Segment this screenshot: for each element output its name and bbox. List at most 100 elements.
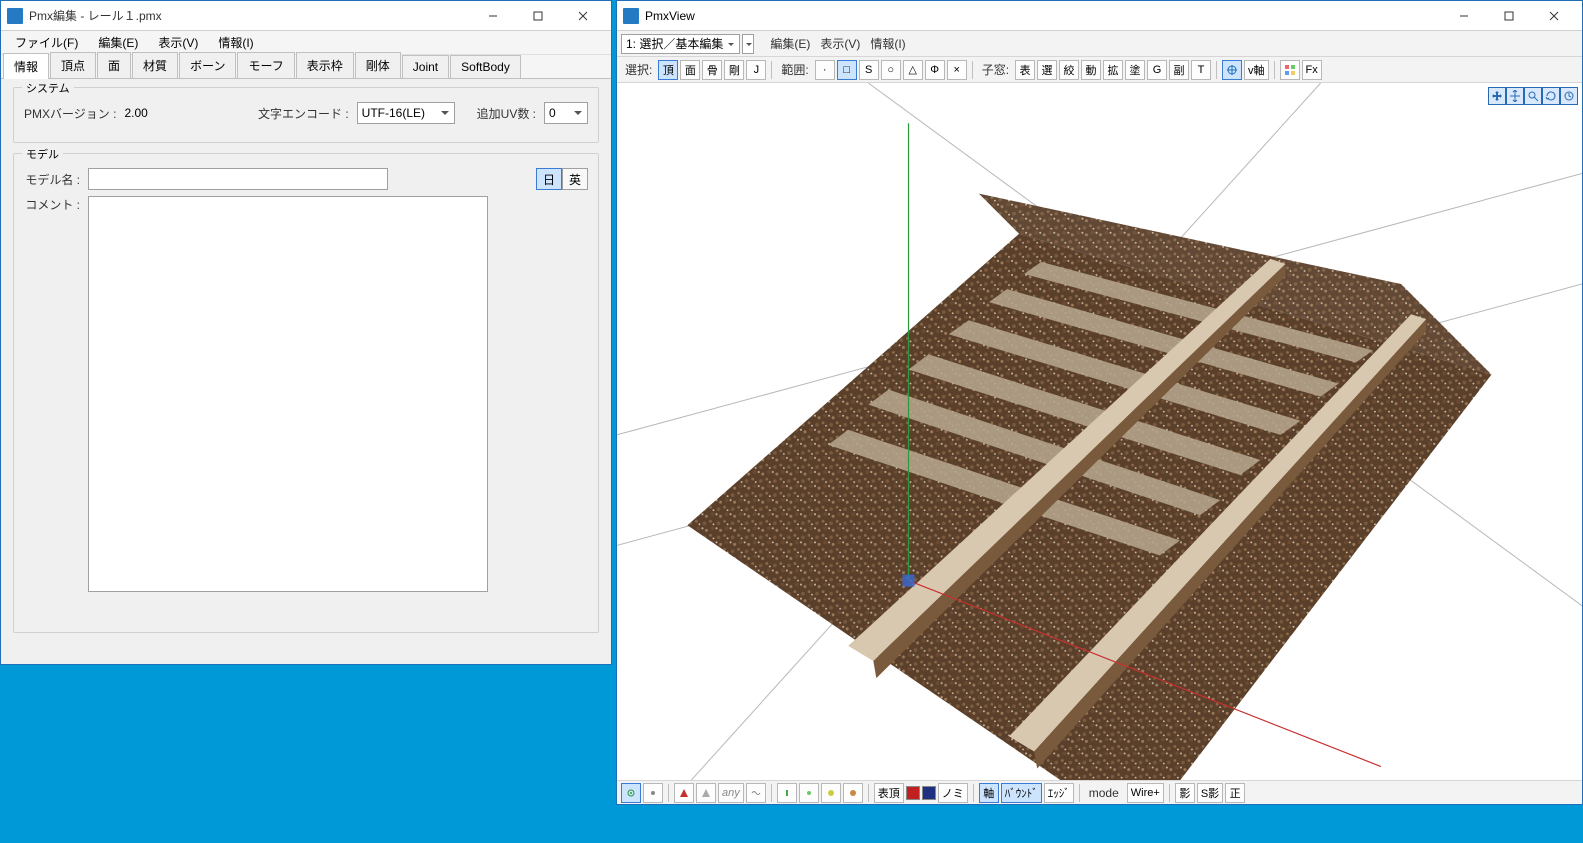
encode-label: 文字エンコード : — [258, 105, 349, 122]
sel-face-button[interactable]: 面 — [680, 60, 700, 80]
gizmo-rotate-icon[interactable] — [1542, 87, 1560, 105]
range-tri-button[interactable]: △ — [903, 60, 923, 80]
range-phi-button[interactable]: Φ — [925, 60, 945, 80]
range-circle-button[interactable]: ○ — [881, 60, 901, 80]
range-x-button[interactable]: × — [947, 60, 967, 80]
minimize-button[interactable] — [470, 2, 515, 30]
lang-en-button[interactable]: 英 — [562, 168, 588, 190]
child-dou-button[interactable]: 動 — [1081, 60, 1101, 80]
gizmo-reset-icon[interactable] — [1560, 87, 1578, 105]
viewer-titlebar[interactable]: PmxView — [617, 1, 1582, 31]
menu-file[interactable]: ファイル(F) — [5, 31, 88, 54]
status-axis-button[interactable]: 軸 — [979, 783, 999, 803]
editor-titlebar[interactable]: Pmx編集 - レール１.pmx — [1, 1, 611, 31]
sel-vertex-button[interactable]: 頂 — [658, 60, 678, 80]
lang-jp-button[interactable]: 日 — [536, 168, 562, 190]
status-any-icon[interactable]: any — [718, 783, 744, 803]
status-bound-button[interactable]: ﾊﾞｳﾝﾄﾞ — [1001, 783, 1042, 803]
menu-info[interactable]: 情報(I) — [208, 31, 263, 54]
pmx-version-value: 2.00 — [124, 106, 147, 120]
separator — [972, 61, 973, 79]
status-green1-icon[interactable] — [777, 783, 797, 803]
status-orange-icon[interactable] — [843, 783, 863, 803]
viewer-window: PmxView 1: 選択／基本編集 編集(E) 表示(V) 情報(I) 選択:… — [616, 0, 1583, 805]
maximize-button[interactable] — [515, 2, 560, 30]
child-g-button[interactable]: G — [1147, 60, 1167, 80]
status-yellow-icon[interactable] — [821, 783, 841, 803]
menu-edit[interactable]: 編集(E) — [88, 31, 148, 54]
status-red-swatch[interactable] — [906, 786, 920, 800]
language-toggle: 日 英 — [536, 168, 588, 190]
fx-button[interactable]: Fx — [1302, 60, 1322, 80]
child-shibo-button[interactable]: 絞 — [1059, 60, 1079, 80]
child-nuri-button[interactable]: 塗 — [1125, 60, 1145, 80]
model-name-input[interactable] — [88, 168, 388, 190]
maximize-button[interactable] — [1486, 2, 1531, 30]
comment-textarea[interactable] — [88, 196, 488, 592]
axis-icon-button[interactable] — [1222, 60, 1242, 80]
child-sen-button[interactable]: 選 — [1037, 60, 1057, 80]
status-edge-button[interactable]: ｴｯｼﾞ — [1044, 783, 1074, 803]
separator — [1216, 61, 1217, 79]
editor-window: Pmx編集 - レール１.pmx ファイル(F) 編集(E) 表示(V) 情報(… — [0, 0, 612, 665]
child-t-button[interactable]: T — [1191, 60, 1211, 80]
menu-info[interactable]: 情報(I) — [866, 35, 909, 52]
child-label: 子窓: — [978, 61, 1013, 78]
sel-rigid-button[interactable]: 剛 — [724, 60, 744, 80]
status-gray-tri-icon[interactable] — [696, 783, 716, 803]
child-hyou-button[interactable]: 表 — [1015, 60, 1035, 80]
tab-morph[interactable]: モーフ — [237, 52, 294, 78]
status-hyouchou-button[interactable]: 表頂 — [874, 783, 904, 803]
child-kaku-button[interactable]: 拡 — [1103, 60, 1123, 80]
status-green2-icon[interactable] — [799, 783, 819, 803]
tab-display[interactable]: 表示枠 — [296, 52, 354, 78]
tab-softbody[interactable]: SoftBody — [450, 55, 521, 78]
close-button[interactable] — [560, 2, 605, 30]
close-button[interactable] — [1531, 2, 1576, 30]
status-red-tri-icon[interactable] — [674, 783, 694, 803]
app-icon — [7, 8, 23, 24]
v-axis-button[interactable]: v軸 — [1244, 60, 1269, 80]
separator — [1274, 61, 1275, 79]
menu-view[interactable]: 表示(V) — [816, 35, 864, 52]
tab-vertex[interactable]: 頂点 — [50, 52, 96, 78]
tab-rigid[interactable]: 剛体 — [355, 52, 401, 78]
tab-face[interactable]: 面 — [97, 52, 131, 78]
separator — [1169, 784, 1170, 802]
sel-joint-button[interactable]: J — [746, 60, 766, 80]
mode-dropdown-caret[interactable] — [742, 34, 754, 54]
separator — [771, 784, 772, 802]
status-sshadow-button[interactable]: S影 — [1197, 783, 1223, 803]
viewer-title: PmxView — [645, 9, 1441, 23]
mode-dropdown[interactable]: 1: 選択／基本編集 — [621, 34, 740, 54]
status-dot-icon[interactable] — [643, 783, 663, 803]
tab-bone[interactable]: ボーン — [179, 52, 236, 78]
child-fuku-button[interactable]: 副 — [1169, 60, 1189, 80]
status-target-icon[interactable] — [621, 783, 641, 803]
viewer-statusbar: any 表頂 ノミ 軸 ﾊﾞｳﾝﾄﾞ ｴｯｼﾞ mode Wire+ 影 S影 … — [617, 780, 1582, 804]
model-name-label: モデル名 : — [24, 171, 80, 188]
tab-info[interactable]: 情報 — [3, 53, 49, 79]
range-rect-button[interactable]: □ — [837, 60, 857, 80]
gizmo-zoom-icon[interactable] — [1524, 87, 1542, 105]
gizmo-pan-icon[interactable] — [1506, 87, 1524, 105]
sel-bone-button[interactable]: 骨 — [702, 60, 722, 80]
menu-view[interactable]: 表示(V) — [148, 31, 208, 54]
viewport-3d[interactable] — [617, 83, 1582, 780]
range-dot-button[interactable]: · — [815, 60, 835, 80]
status-nomi-button[interactable]: ノミ — [938, 783, 968, 803]
tab-material[interactable]: 材質 — [132, 52, 178, 78]
minimize-button[interactable] — [1441, 2, 1486, 30]
uv-select[interactable]: 0 — [544, 102, 588, 124]
status-wire-button[interactable]: Wire+ — [1127, 783, 1164, 803]
gizmo-move-icon[interactable] — [1488, 87, 1506, 105]
tab-joint[interactable]: Joint — [402, 55, 449, 78]
encode-select[interactable]: UTF-16(LE) — [357, 102, 455, 124]
grid-button[interactable] — [1280, 60, 1300, 80]
status-wave-icon[interactable] — [746, 783, 766, 803]
status-shadow-button[interactable]: 影 — [1175, 783, 1195, 803]
range-s-button[interactable]: S — [859, 60, 879, 80]
status-ortho-button[interactable]: 正 — [1225, 783, 1245, 803]
menu-edit[interactable]: 編集(E) — [766, 35, 814, 52]
status-blue-swatch[interactable] — [922, 786, 936, 800]
